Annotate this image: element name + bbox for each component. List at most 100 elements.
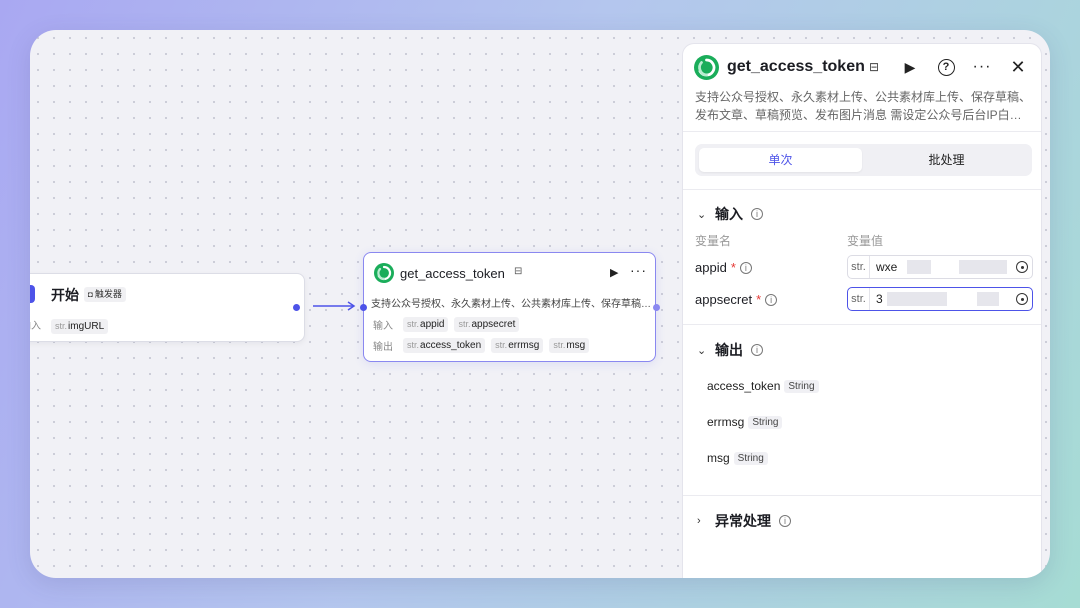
exception-section-header[interactable]: › 异常处理 i <box>697 511 791 531</box>
info-icon[interactable]: i <box>779 515 791 527</box>
appsecret-value-text: 3 <box>876 291 883 306</box>
chip-type: str. <box>495 340 508 350</box>
chip-type: str. <box>458 319 471 329</box>
tool-input-label: 输入 <box>373 321 393 332</box>
tool-output-chip: str.errmsg <box>491 338 544 353</box>
required-mark: * <box>730 260 736 275</box>
panel-header: get_access_token ⊟ ▶ ? ··· ✕ 支持公众号授权、永久素… <box>683 44 1041 132</box>
redacted-block <box>907 260 932 275</box>
start-node-title: 开始 <box>51 287 79 303</box>
appsecret-value[interactable]: 3 <box>870 292 1016 307</box>
chip-name: access_token <box>420 340 482 351</box>
wechat-logo-icon <box>374 263 394 283</box>
chip-name: msg <box>566 340 586 351</box>
tool-output-row: 输出 str.access_token str.errmsg str.msg <box>373 338 590 353</box>
output-type-badge: String <box>784 379 819 393</box>
close-icon: ✕ <box>1010 56 1026 77</box>
divider <box>683 495 1041 496</box>
variable-name: appsecret <box>695 292 753 307</box>
help-button[interactable]: ? <box>934 55 958 79</box>
run-button[interactable]: ▶ <box>898 55 922 79</box>
output-row: errmsg String <box>707 415 783 429</box>
start-input-label: 输入 <box>30 321 41 332</box>
tab-batch[interactable]: 批处理 <box>865 148 1028 172</box>
chevron-right-icon: › <box>697 515 701 527</box>
divider <box>683 189 1041 190</box>
tool-node-title: get_access_token <box>400 266 505 281</box>
redacted-block <box>959 260 1008 275</box>
target-icon[interactable] <box>1016 293 1028 305</box>
exception-section-title: 异常处理 <box>715 513 771 529</box>
output-name: msg <box>707 451 730 465</box>
chip-name: appid <box>420 319 445 330</box>
tool-input-row: 输入 str.appid str.appsecret <box>373 317 520 332</box>
more-icon: ··· <box>972 58 992 75</box>
output-type-badge: String <box>748 415 783 429</box>
chevron-down-icon: ⌄ <box>697 208 707 221</box>
appsecret-field[interactable]: str. 3 <box>847 287 1033 311</box>
column-variable-name: 变量名 <box>695 234 732 248</box>
target-icon[interactable] <box>1016 261 1028 273</box>
question-icon: ? <box>937 58 955 76</box>
output-name: errmsg <box>707 415 745 429</box>
tool-output-label: 输出 <box>373 342 393 353</box>
output-type-badge: String <box>733 451 768 465</box>
plugin-icon: ⊏ <box>30 285 35 303</box>
info-icon[interactable]: i <box>739 261 752 274</box>
tool-input-chip: str.appid <box>403 317 449 332</box>
output-section-header[interactable]: ⌄ 输出 i <box>697 340 763 360</box>
appsecret-label: appsecret * i <box>695 292 778 307</box>
info-icon[interactable]: i <box>765 293 778 306</box>
tool-input-chip: str.appsecret <box>454 317 520 332</box>
input-section-header[interactable]: ⌄ 输入 i <box>697 204 763 224</box>
tool-input-port[interactable] <box>360 304 367 311</box>
appid-label: appid * i <box>695 260 752 275</box>
panel-description-line: 支持公众号授权、永久素材上传、公共素材库上传、保存草稿、 <box>695 90 1032 104</box>
close-button[interactable]: ✕ <box>1006 55 1030 79</box>
tab-single[interactable]: 单次 <box>699 148 862 172</box>
divider <box>683 324 1041 325</box>
output-row: msg String <box>707 451 768 465</box>
chip-type: str. <box>55 321 68 331</box>
mode-tabs: 单次 批处理 <box>695 144 1032 176</box>
chip-name: errmsg <box>508 340 540 351</box>
play-icon: ▶ <box>904 58 916 75</box>
type-prefix: str. <box>848 288 870 310</box>
redacted-block <box>886 292 947 307</box>
store-icon: ⊟ <box>869 60 880 74</box>
start-output-port[interactable] <box>293 304 300 311</box>
chip-name: imgURL <box>68 321 105 332</box>
panel-description: 支持公众号授权、永久素材上传、公共素材库上传、保存草稿、 发布文章、草稿预览、发… <box>695 88 1033 124</box>
tool-output-port[interactable] <box>653 304 660 311</box>
tool-output-chip: str.msg <box>549 338 590 353</box>
start-node[interactable]: ⊏ 开始 ◘触发器 输入 str.imgURL <box>30 273 305 342</box>
output-row: access_token String <box>707 379 819 393</box>
appid-field[interactable]: str. wxe <box>847 255 1033 279</box>
start-input-chip: str.imgURL <box>51 319 109 334</box>
info-icon[interactable]: i <box>751 344 763 356</box>
redacted-block <box>976 292 999 307</box>
workflow-canvas[interactable]: ⊏ 开始 ◘触发器 输入 str.imgURL get_ac <box>30 30 682 578</box>
clock-icon: ◘ <box>88 290 93 299</box>
chevron-down-icon: ⌄ <box>697 344 707 357</box>
chip-type: str. <box>407 319 420 329</box>
info-icon[interactable]: i <box>751 208 763 220</box>
tool-node-get-access-token[interactable]: get_access_token ⊟ ▶ ··· 支持公众号授权、永久素材上传、… <box>360 252 660 362</box>
variable-name: appid <box>695 260 727 275</box>
type-prefix: str. <box>848 256 870 278</box>
output-section-title: 输出 <box>715 342 743 358</box>
panel-title: get_access_token <box>727 58 865 75</box>
more-button[interactable]: ··· <box>970 55 994 79</box>
column-variable-value: 变量值 <box>847 234 884 248</box>
required-mark: * <box>756 292 762 307</box>
tool-output-chip: str.access_token <box>403 338 486 353</box>
tool-node-description: 支持公众号授权、永久素材上传、公共素材库上传、保存草稿、发布文章、草稿预览、发布… <box>371 299 651 310</box>
panel-description-line: 发布文章、草稿预览、发布图片消息 需设定公众号后台IP白… <box>695 108 1022 122</box>
appid-value[interactable]: wxe <box>870 260 1016 275</box>
more-icon[interactable]: ··· <box>630 262 647 278</box>
connection-edge[interactable] <box>313 298 361 314</box>
play-icon[interactable]: ▶ <box>610 266 618 279</box>
input-section-title: 输入 <box>715 206 743 222</box>
chip-name: appsecret <box>471 319 516 330</box>
wechat-logo-icon <box>694 55 719 80</box>
